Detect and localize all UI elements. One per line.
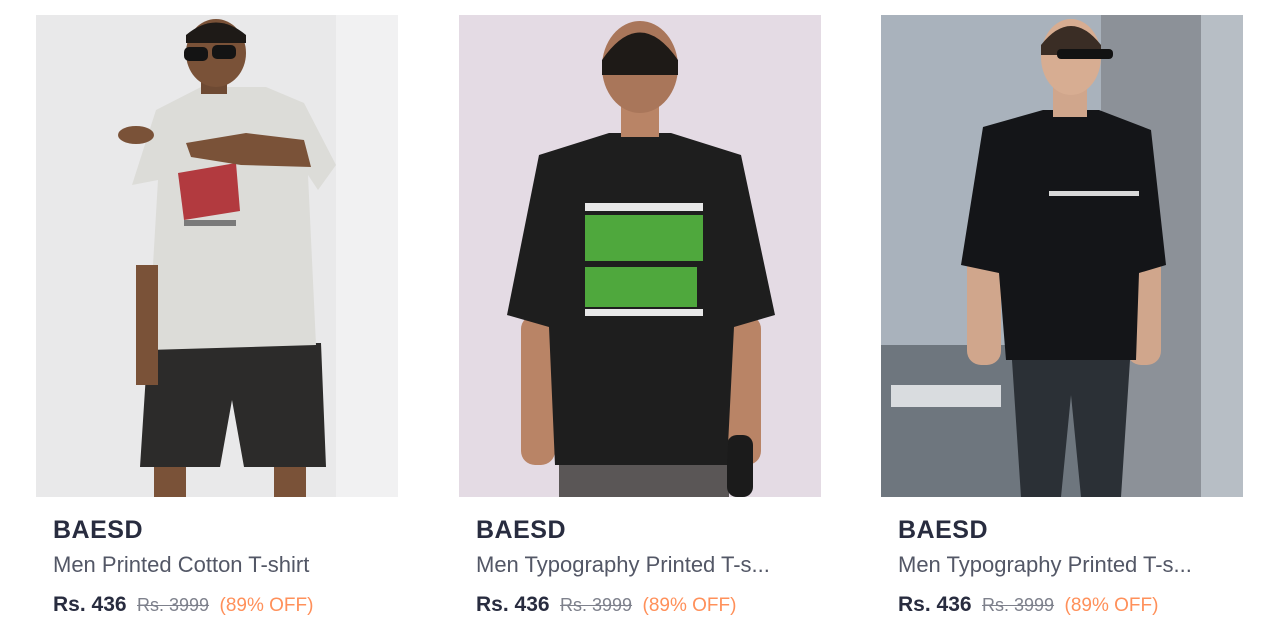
discount-badge: (89% OFF) (1064, 595, 1159, 616)
selling-price: Rs. 436 (53, 593, 127, 616)
product-image[interactable] (881, 15, 1243, 497)
product-photo-black-tshirt-back-print (459, 15, 821, 497)
product-photo-white-tshirt (36, 15, 398, 497)
original-price: Rs. 3999 (137, 595, 210, 615)
selling-price: Rs. 436 (898, 593, 972, 616)
product-card[interactable]: BAESD Men Typography Printed T-s... Rs. … (459, 15, 821, 621)
product-brand: BAESD (898, 516, 989, 544)
selling-price: Rs. 436 (476, 593, 550, 616)
product-brand: BAESD (476, 516, 567, 544)
product-image[interactable] (36, 15, 398, 497)
product-title: Men Typography Printed T-s... (898, 552, 1192, 577)
price-row: Rs. 436 Rs. 3999 (89% OFF) (53, 591, 398, 621)
product-title: Men Printed Cotton T-shirt (53, 552, 310, 577)
product-image[interactable] (459, 15, 821, 497)
discount-badge: (89% OFF) (642, 595, 737, 616)
price-row: Rs. 436 Rs. 3999 (89% OFF) (898, 591, 1243, 621)
product-title: Men Typography Printed T-s... (476, 552, 770, 577)
original-price: Rs. 3999 (560, 595, 633, 615)
product-brand: BAESD (53, 516, 144, 544)
product-grid: BAESD Men Printed Cotton T-shirt Rs. 436… (0, 0, 1280, 640)
product-card[interactable]: BAESD Men Typography Printed T-s... Rs. … (881, 15, 1243, 621)
price-row: Rs. 436 Rs. 3999 (89% OFF) (476, 591, 821, 621)
original-price: Rs. 3999 (982, 595, 1055, 615)
product-photo-black-tshirt-front (881, 15, 1243, 497)
product-card[interactable]: BAESD Men Printed Cotton T-shirt Rs. 436… (36, 15, 398, 621)
discount-badge: (89% OFF) (219, 595, 314, 616)
